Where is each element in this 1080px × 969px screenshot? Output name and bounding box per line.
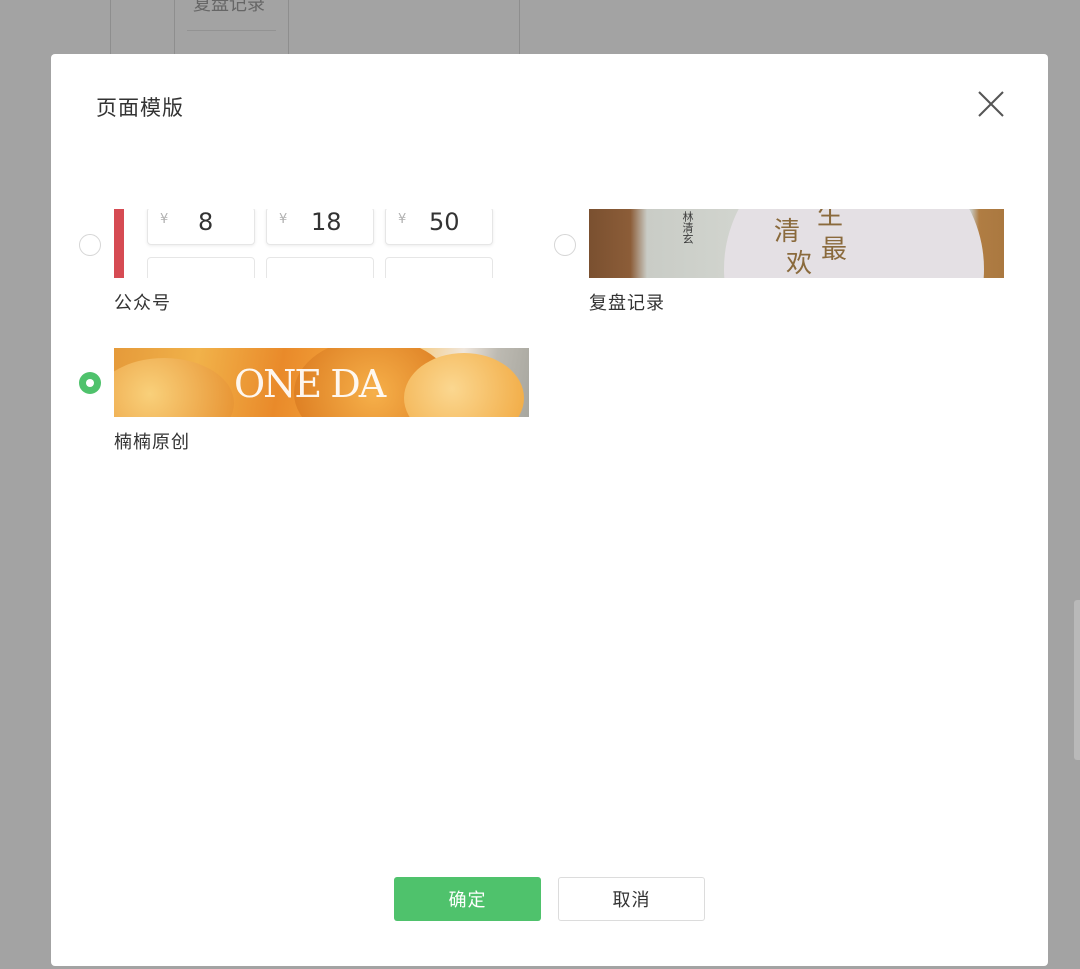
price-card: ¥ 8 (147, 209, 255, 245)
book-title-char: 欢 (786, 249, 813, 278)
close-button[interactable] (973, 86, 1009, 122)
orange-slice (114, 358, 234, 417)
book-cover-disc (724, 209, 984, 278)
price-value: 8 (198, 209, 214, 236)
radio-fupan[interactable] (554, 234, 576, 256)
red-accent-bar (114, 209, 124, 278)
price-card (385, 257, 493, 278)
currency-symbol: ¥ (160, 212, 169, 227)
option-label-gongzhonghao: 公众号 (114, 293, 171, 314)
radio-nannan[interactable] (79, 372, 101, 394)
background-menu-item: 复盘记录 (174, 0, 289, 54)
book-author: 林清玄 (681, 211, 694, 244)
cancel-button[interactable]: 取消 (558, 877, 705, 921)
thumbnail-gongzhonghao[interactable]: ¥ 8 ¥ 18 ¥ 50 (114, 209, 529, 278)
price-value: 50 (429, 209, 460, 236)
price-card (266, 257, 374, 278)
price-card: ¥ 50 (385, 209, 493, 245)
option-label-nannan: 楠楠原创 (114, 432, 190, 453)
background-divider (519, 0, 520, 54)
option-label-fupan: 复盘记录 (589, 293, 665, 314)
dialog-title: 页面模版 (96, 96, 184, 120)
confirm-button[interactable]: 确定 (394, 877, 541, 921)
currency-symbol: ¥ (398, 212, 407, 227)
thumbnail-nannan[interactable]: ONE DA (114, 348, 529, 417)
currency-symbol: ¥ (279, 212, 288, 227)
close-icon (978, 91, 1004, 117)
background-menu-item-label: 复盘记录 (193, 0, 265, 15)
template-dialog: 页面模版 ¥ 8 ¥ 18 ¥ 50 公众号 林清玄 清 生 最 欢 复盘记录 … (51, 54, 1048, 966)
background-divider (110, 0, 111, 54)
background-item-divider (187, 30, 276, 31)
thumbnail-fupan[interactable]: 林清玄 清 生 最 欢 (589, 209, 1004, 278)
price-value: 18 (311, 209, 342, 236)
book-title-char: 最 (821, 235, 848, 265)
background-scroll-edge (1074, 600, 1080, 760)
radio-gongzhonghao[interactable] (79, 234, 101, 256)
price-card: ¥ 18 (266, 209, 374, 245)
price-card (147, 257, 255, 278)
thumbnail-title: ONE DA (234, 362, 386, 406)
